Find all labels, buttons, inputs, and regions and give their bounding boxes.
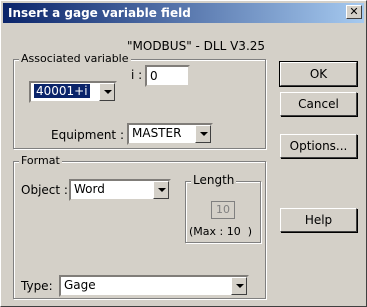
length-input[interactable]: 10 <box>211 201 235 219</box>
type-select[interactable]: Gage <box>59 275 249 297</box>
options-button[interactable]: Options... <box>280 134 357 158</box>
close-button[interactable]: ✕ <box>346 5 362 19</box>
i-input[interactable]: 0 <box>145 65 190 87</box>
length-max-label: (Max : 10 ) <box>189 225 253 238</box>
variable-select-value: 40001+i <box>33 83 91 99</box>
type-select-value: Gage <box>64 278 96 292</box>
format-legend: Format <box>19 154 62 167</box>
equipment-label: Equipment : <box>51 128 124 142</box>
title-bar[interactable]: Insert a gage variable field ✕ <box>3 3 364 23</box>
help-button[interactable]: Help <box>280 208 357 232</box>
equipment-select-value: MASTER <box>132 126 182 140</box>
close-icon: ✕ <box>349 5 359 18</box>
equipment-select[interactable]: MASTER <box>127 123 213 145</box>
insert-gage-variable-dialog: Insert a gage variable field ✕ "MODBUS" … <box>0 0 367 307</box>
type-label: Type: <box>21 279 53 293</box>
object-select[interactable]: Word <box>69 179 171 201</box>
dll-version-label: "MODBUS" - DLL V3.25 <box>127 39 266 53</box>
chevron-down-icon[interactable] <box>231 277 247 295</box>
dialog-title: Insert a gage variable field <box>8 6 191 20</box>
chevron-down-icon[interactable] <box>99 83 115 101</box>
length-legend: Length <box>191 173 237 187</box>
ok-button[interactable]: OK <box>279 61 358 87</box>
object-label: Object : <box>21 183 68 197</box>
cancel-button[interactable]: Cancel <box>280 92 357 116</box>
associated-variable-legend: Associated variable <box>19 52 131 65</box>
variable-select[interactable]: 40001+i <box>29 81 117 103</box>
i-label: i : <box>131 68 143 82</box>
chevron-down-icon[interactable] <box>195 125 211 143</box>
chevron-down-icon[interactable] <box>153 181 169 199</box>
object-select-value: Word <box>74 182 105 196</box>
